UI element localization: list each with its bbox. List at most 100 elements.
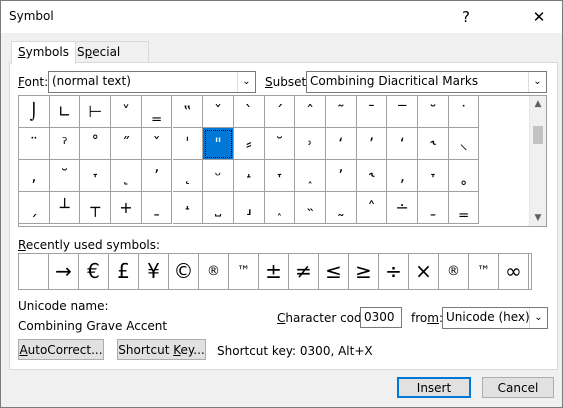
recent-symbol-cell[interactable]: ™: [469, 254, 499, 289]
recent-symbol-cell[interactable]: →: [49, 254, 79, 289]
recent-symbol-cell[interactable]: ∞: [499, 254, 529, 289]
subset-select[interactable]: Combining Diacritical Marks ⌄: [306, 71, 547, 93]
cancel-button[interactable]: Cancel: [482, 377, 554, 398]
recent-symbol-cell[interactable]: ®: [439, 254, 469, 289]
symbol-grid: ⌡ ∟ ⊢ ˅ ‗ ‟ ˇ ˋ ˊ ˆ ˜ ˉ ‾ ˘ ˙ ¨ ˀ ˚ ˝ ˇ ˈ " ⸗ ˘ ˒ ‘’ ‘˞ ⸜ ‚ ˘ ˕ ˻ ʼ ˛ ᵕ ˔ ˕ ˰…: [18, 95, 547, 227]
symbol-cell[interactable]: ˷: [326, 192, 357, 224]
symbol-cell[interactable]: ˵: [295, 192, 326, 224]
symbol-cell[interactable]: ˚: [80, 128, 112, 160]
symbol-cell[interactable]: ‚: [19, 160, 50, 192]
symbol-cell[interactable]: +: [111, 192, 142, 224]
symbol-cell[interactable]: ˻: [111, 160, 142, 192]
unicode-name-label: Unicode name:: [18, 299, 109, 313]
symbol-cell[interactable]: ‾: [387, 96, 419, 128]
symbol-cell[interactable]: ˉ: [356, 96, 388, 128]
symbol-cell[interactable]: ⌡: [19, 96, 50, 128]
symbol-cell[interactable]: ⸗: [233, 128, 265, 160]
symbol-cell[interactable]: ˆ: [295, 96, 326, 128]
symbol-cell[interactable]: ⊢: [80, 96, 112, 128]
autocorrect-button[interactable]: AutoCorrect...: [18, 339, 104, 360]
symbol-cell[interactable]: ˔: [172, 192, 204, 224]
symbol-cell[interactable]: ˘: [49, 160, 81, 192]
recent-symbols: → € £ ¥ © ® ™ ± ≠ ≤ ≥ ÷ × ® ™ ∞: [18, 253, 532, 290]
symbol-cell[interactable]: ˇ: [141, 128, 173, 160]
dialog-title: Symbol: [9, 9, 54, 23]
character-code-input[interactable]: 0300: [360, 307, 402, 328]
symbol-cell[interactable]: ˇ: [203, 96, 234, 128]
recent-symbol-cell[interactable]: €: [79, 254, 109, 289]
recent-symbol-cell[interactable]: ¥: [139, 254, 169, 289]
symbol-cell[interactable]: ‘: [387, 128, 419, 160]
symbol-cell[interactable]: ˳: [448, 160, 480, 192]
recent-symbol-cell[interactable]: ±: [259, 254, 289, 289]
recent-symbol-cell[interactable]: [19, 254, 49, 289]
font-select[interactable]: (normal text) ⌄: [48, 71, 256, 93]
from-value: Unicode (hex): [446, 310, 530, 324]
recent-symbol-cell[interactable]: ©: [169, 254, 199, 289]
symbol-cell[interactable]: ‘: [326, 128, 357, 160]
help-button[interactable]: ?: [444, 1, 488, 33]
close-button[interactable]: ✕: [517, 1, 561, 33]
recent-symbol-cell[interactable]: ≠: [289, 254, 319, 289]
font-value: (normal text): [52, 74, 131, 88]
tab-special-characters[interactable]: Special Characters: [70, 41, 150, 79]
symbol-cell[interactable]: ‚: [387, 160, 419, 192]
grid-scrollbar[interactable]: ▲ ▼: [529, 96, 546, 226]
symbol-cell[interactable]: ˅: [111, 96, 142, 128]
symbol-cell[interactable]: ᵕ: [203, 160, 234, 192]
symbol-cell[interactable]: ˔: [233, 160, 265, 192]
symbol-cell[interactable]: ˘: [418, 96, 449, 128]
symbol-cell[interactable]: ∟: [49, 96, 81, 128]
symbol-cell[interactable]: ˊ: [264, 96, 296, 128]
symbol-cell[interactable]: ˛: [172, 160, 204, 192]
recent-symbol-cell[interactable]: ÷: [379, 254, 409, 289]
chevron-down-icon: ⌄: [528, 72, 546, 92]
symbol-cell[interactable]: ˽: [203, 192, 234, 224]
symbol-cell[interactable]: ˙: [448, 96, 480, 128]
symbol-cell[interactable]: ˀ: [49, 128, 81, 160]
symbol-cell[interactable]: ": [203, 128, 234, 160]
symbol-cell[interactable]: ˒: [295, 128, 326, 160]
symbol-cell[interactable]: ‗: [448, 192, 480, 224]
recent-symbol-cell[interactable]: ≤: [319, 254, 349, 289]
symbol-cell[interactable]: ˜: [326, 96, 357, 128]
recent-symbol-cell[interactable]: ×: [409, 254, 439, 289]
symbol-cell[interactable]: ‟: [172, 96, 204, 128]
symbol-cell[interactable]: ˞: [418, 128, 449, 160]
symbol-cell[interactable]: ˕: [80, 160, 112, 192]
symbol-cell[interactable]: ˍ: [418, 192, 449, 224]
symbol-cell[interactable]: ⸜: [448, 128, 480, 160]
recent-symbol-cell[interactable]: ™: [229, 254, 259, 289]
recent-symbol-cell[interactable]: £: [109, 254, 139, 289]
symbol-cell[interactable]: ¨: [19, 128, 50, 160]
symbol-cell[interactable]: ˝: [111, 128, 142, 160]
symbol-cell[interactable]: ’: [356, 128, 388, 160]
scroll-down-icon[interactable]: ▼: [530, 210, 546, 226]
recent-symbol-cell[interactable]: ≥: [349, 254, 379, 289]
recent-symbol-cell[interactable]: ®: [199, 254, 229, 289]
symbol-cell[interactable]: ˰: [264, 192, 296, 224]
symbol-cell[interactable]: ˰: [295, 160, 326, 192]
symbol-cell[interactable]: ˕: [264, 160, 296, 192]
shortcut-key-button[interactable]: Shortcut Key...: [117, 339, 206, 360]
symbol-cell[interactable]: ʼ: [326, 160, 357, 192]
scroll-up-icon[interactable]: ▲: [530, 96, 546, 112]
symbol-cell[interactable]: ˘: [264, 128, 296, 160]
symbol-cell[interactable]: ┬: [80, 192, 112, 224]
symbol-cell[interactable]: ˄: [356, 192, 388, 224]
symbol-cell[interactable]: ┴: [49, 192, 81, 224]
symbol-cell[interactable]: ˞: [356, 160, 388, 192]
symbol-cell[interactable]: ∸: [387, 192, 419, 224]
symbol-cell[interactable]: ˍ: [141, 192, 173, 224]
symbol-cell[interactable]: ˋ: [233, 96, 265, 128]
symbol-cell[interactable]: ˕: [418, 160, 449, 192]
scroll-thumb[interactable]: [533, 126, 543, 144]
from-select[interactable]: Unicode (hex) ⌄: [442, 307, 548, 329]
symbol-cell[interactable]: ˏ: [19, 192, 50, 224]
symbol-cell[interactable]: ˈ: [172, 128, 204, 160]
symbol-cell[interactable]: ⸥: [233, 192, 265, 224]
symbol-cell[interactable]: ‗: [141, 96, 173, 128]
symbol-cell[interactable]: ʼ: [141, 160, 173, 192]
insert-button[interactable]: Insert: [397, 377, 471, 398]
tab-symbols[interactable]: Symbols: [11, 41, 76, 64]
